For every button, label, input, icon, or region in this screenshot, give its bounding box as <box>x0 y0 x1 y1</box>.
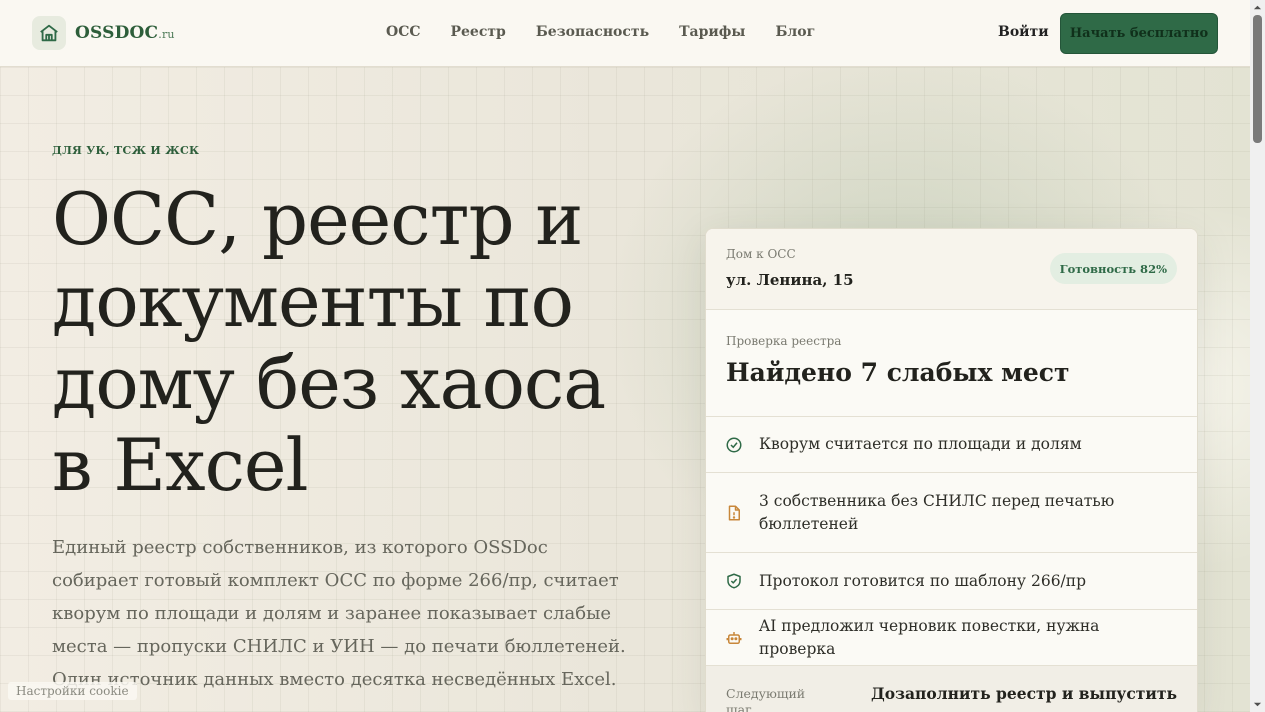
document-alert-icon <box>725 504 743 522</box>
list-item-text: Протокол готовится по шаблону 266/пр <box>759 571 1087 590</box>
robot-icon <box>725 629 743 647</box>
main-nav: ОСС Реестр Безопасность Тарифы Блог <box>386 24 845 40</box>
cookie-settings-button[interactable]: Настройки cookie <box>8 682 137 700</box>
login-link[interactable]: Войти <box>998 24 1049 40</box>
registry-check: Проверка реестра Найдено 7 слабых мест <box>706 310 1197 417</box>
check-circle-icon <box>725 436 743 454</box>
list-item: Протокол готовится по шаблону 266/пр <box>706 553 1197 610</box>
list-item: 3 собственника без СНИЛС перед печатью б… <box>706 473 1197 553</box>
next-step-row: Следующий шаг Дозаполнить реестр и выпус… <box>706 666 1197 712</box>
hero-eyebrow: ДЛЯ УК, ТСЖ И ЖСК <box>52 144 200 157</box>
hero-description: Единый реестр собственников, из которого… <box>52 537 626 690</box>
nav-blog[interactable]: Блог <box>775 24 815 40</box>
hero-title: ОСС, реестр и документы по дому без хаос… <box>52 177 606 507</box>
house-name: ул. Ленина, 15 <box>726 271 854 289</box>
shield-check-icon <box>725 572 743 590</box>
check-label: Проверка реестра <box>726 334 842 348</box>
readiness-badge: Готовность 82% <box>1049 253 1177 284</box>
card-header: Дом к ОСС ул. Ленина, 15 Готовность 82% <box>706 229 1197 310</box>
logo[interactable]: OSSDOC.ru <box>32 16 175 50</box>
list-item-text: 3 собственника без СНИЛС перед печатью б… <box>759 491 1115 533</box>
scrollbar-thumb[interactable] <box>1253 15 1262 143</box>
list-item: AI предложил черновик повестки, нужна пр… <box>706 610 1197 666</box>
list-item: Кворум считается по площади и долям <box>706 417 1197 473</box>
list-item-text: Кворум считается по площади и долям <box>759 435 1082 453</box>
house-readiness-card: Дом к ОСС ул. Ленина, 15 Готовность 82% … <box>705 228 1198 712</box>
site-header: OSSDOC.ru ОСС Реестр Безопасность Тарифы… <box>0 0 1250 67</box>
scroll-up-icon[interactable] <box>1253 3 1262 12</box>
nav-registry[interactable]: Реестр <box>450 24 505 40</box>
scroll-down-icon[interactable] <box>1253 700 1262 709</box>
next-step-label: Следующий шаг <box>726 686 806 712</box>
house-logo-icon <box>32 16 66 50</box>
nav-oss[interactable]: ОСС <box>386 24 420 40</box>
page-scrollbar[interactable] <box>1250 0 1265 712</box>
nav-security[interactable]: Безопасность <box>536 24 649 40</box>
nav-pricing[interactable]: Тарифы <box>679 24 745 40</box>
logo-text: OSSDOC.ru <box>75 23 175 43</box>
start-free-button[interactable]: Начать бесплатно <box>1060 13 1218 54</box>
next-step-text[interactable]: Дозаполнить реестр и выпустить <box>871 684 1177 703</box>
house-label: Дом к ОСС <box>726 247 796 261</box>
list-item-text: AI предложил черновик повестки, нужна пр… <box>759 616 1100 658</box>
check-title: Найдено 7 слабых мест <box>726 358 1070 387</box>
